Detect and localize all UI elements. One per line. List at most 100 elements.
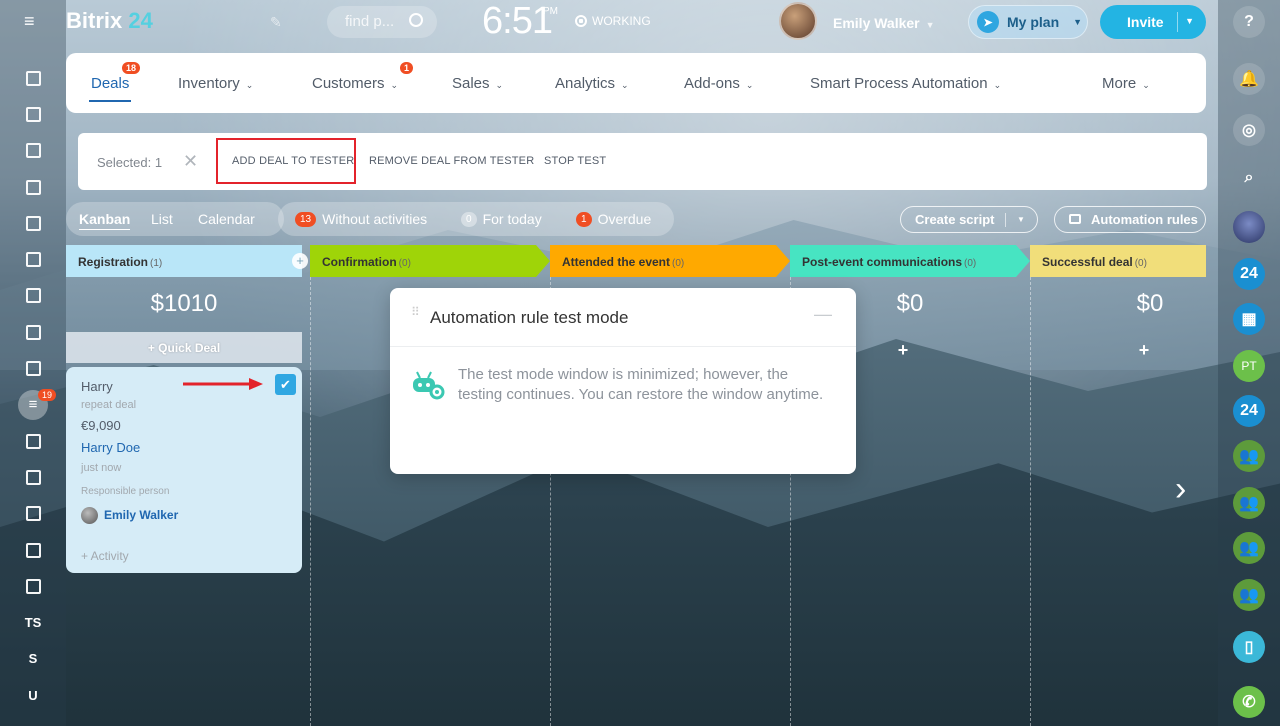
group-icon[interactable]: 👥 [1233, 579, 1265, 611]
tab-list[interactable]: List [151, 211, 173, 227]
create-script-button[interactable]: Create script ▼ [900, 206, 1038, 233]
mail-icon[interactable] [0, 314, 66, 350]
sidebar-item-16[interactable]: S [0, 641, 66, 677]
contact-card-icon[interactable] [0, 496, 66, 532]
remove-deal-from-tester-button[interactable]: REMOVE DEAL FROM TESTER [369, 155, 534, 167]
deal-time: just now [81, 462, 122, 474]
nav-customers[interactable]: Customers ⌄ [312, 75, 398, 92]
nav-deals[interactable]: Deals [88, 75, 132, 102]
dialog-message: The test mode window is minimized; howev… [458, 366, 824, 403]
bitrix24-icon[interactable]: 24 [1233, 258, 1265, 290]
stage-header[interactable]: Attended the event (0) [550, 245, 790, 277]
nav-sales[interactable]: Sales ⌄ [452, 75, 503, 92]
deal-contact-link[interactable]: Harry Doe [81, 440, 140, 455]
chevron-down-icon: ⌄ [745, 80, 754, 90]
stage-sum: $1010 [150, 290, 218, 317]
nav-smart-process-automation[interactable]: Smart Process Automation ⌄ [810, 75, 1001, 92]
stop-test-button[interactable]: STOP TEST [544, 155, 606, 167]
box-icon[interactable] [0, 532, 66, 568]
responsible-link[interactable]: Emily Walker [104, 508, 178, 522]
feed-icon[interactable] [0, 96, 66, 132]
clock-ampm: PM [543, 6, 558, 17]
add-deal-to-tester-button[interactable]: ADD DEAL TO TESTER [232, 155, 354, 167]
divider [390, 346, 856, 347]
nav-more[interactable]: More ⌄ [1102, 75, 1150, 92]
chevron-down-icon: ⌄ [993, 80, 1002, 90]
stage-header[interactable]: Confirmation (0) [310, 245, 550, 277]
people-icon[interactable] [0, 278, 66, 314]
tab-kanban[interactable]: Kanban [79, 211, 131, 230]
tasks-icon[interactable] [0, 350, 66, 386]
counter-overdue[interactable]: 1 Overdue [576, 211, 651, 227]
tab-calendar[interactable]: Calendar [198, 211, 255, 227]
sidebar-item-17[interactable]: U [0, 677, 66, 713]
edit-logo-icon[interactable]: ✎ [270, 14, 282, 31]
nav-add-ons[interactable]: Add-ons ⌄ [684, 75, 753, 92]
pie-chart-icon[interactable] [0, 60, 66, 96]
calendar-icon[interactable] [0, 169, 66, 205]
chevron-down-icon: ▼ [925, 20, 935, 30]
stage-header[interactable]: Post-event communications (0) [790, 245, 1030, 277]
stage-header[interactable]: Successful deal (0) [1030, 245, 1206, 277]
group-icon[interactable]: 👥 [1233, 487, 1265, 519]
clear-selection-icon[interactable]: ✕ [183, 151, 198, 172]
search-icon [409, 13, 423, 27]
activity-counters: 13 Without activities 0 For today 1 Over… [278, 202, 674, 236]
bitrix24-icon[interactable]: 24 [1233, 395, 1265, 427]
notification-badge: 18 [122, 62, 141, 74]
logo[interactable]: Bitrix 24 [66, 8, 153, 34]
deal-checkbox[interactable]: ✔ [275, 374, 296, 395]
automation-rules-button[interactable]: Automation rules [1054, 206, 1206, 233]
pt-avatar[interactable]: PT [1233, 350, 1265, 382]
dialog-title: Automation rule test mode [430, 308, 629, 327]
user-avatar[interactable] [779, 2, 817, 40]
stage-header[interactable]: Registration (1) [66, 245, 302, 277]
deal-subtitle: repeat deal [81, 399, 137, 411]
calendar-icon[interactable]: ▦ [1233, 303, 1265, 335]
crm-filter-icon[interactable]: ≡ 19 [0, 387, 66, 423]
notification-badge: 19 [38, 388, 57, 401]
chevron-down-icon[interactable]: ▼ [1017, 215, 1025, 224]
deal-card[interactable]: Harry repeat deal €9,090 Harry Doe just … [66, 367, 302, 573]
group-icon[interactable]: 👥 [1233, 440, 1265, 472]
mobile-icon[interactable]: ▯ [1233, 631, 1265, 663]
nav-analytics[interactable]: Analytics ⌄ [555, 75, 629, 92]
my-plan-button[interactable]: ➤ My plan ▼ [968, 5, 1088, 39]
work-status[interactable]: WORKING [575, 14, 651, 28]
main-nav: Deals 18 Inventory ⌄ Customers ⌄ 1 Sales ⌄ Analyt… [66, 53, 1206, 113]
target-icon[interactable] [0, 423, 66, 459]
counter-for-today[interactable]: 0 For today [461, 211, 542, 227]
add-stage-icon[interactable]: + [292, 253, 308, 269]
deal-title[interactable]: Harry [81, 379, 113, 394]
nav-inventory[interactable]: Inventory ⌄ [178, 75, 253, 92]
divider [1177, 12, 1178, 32]
phone-icon[interactable]: ✆ [1233, 686, 1265, 718]
box-2-icon[interactable] [0, 568, 66, 604]
hamburger-menu-icon[interactable]: ≡ [24, 12, 42, 30]
rocket-icon: ➤ [977, 11, 999, 33]
drive-icon[interactable] [0, 241, 66, 277]
search-icon[interactable]: ⌕ [1233, 162, 1265, 194]
chat-icon[interactable] [0, 133, 66, 169]
clock[interactable]: 6:51 [482, 0, 553, 43]
add-activity-link[interactable]: + Activity [81, 549, 129, 563]
chevron-down-icon[interactable]: ▼ [1185, 16, 1194, 26]
search-input[interactable]: find p... [327, 6, 437, 38]
cart-icon[interactable] [0, 459, 66, 495]
globe-avatar-icon[interactable] [1233, 211, 1265, 243]
document-icon[interactable] [0, 205, 66, 241]
chat-bubble-icon[interactable]: ◎ [1233, 114, 1265, 146]
sidebar-item-15[interactable]: TS [0, 604, 66, 640]
scroll-right-icon[interactable]: › [1175, 470, 1186, 509]
drag-handle-icon[interactable]: ⠿ [411, 306, 420, 323]
invite-button[interactable]: Invite ▼ [1100, 5, 1206, 39]
deal-amount: €9,090 [81, 418, 121, 433]
bell-icon[interactable]: 🔔 [1233, 63, 1265, 95]
help-icon[interactable]: ? [1233, 6, 1265, 38]
user-menu[interactable]: Emily Walker ▼ [833, 15, 935, 31]
quick-deal-button[interactable]: + Quick Deal [66, 332, 302, 363]
group-icon[interactable]: 👥 [1233, 532, 1265, 564]
counter-without-activities[interactable]: 13 Without activities [295, 211, 427, 227]
minimize-icon[interactable]: — [814, 304, 832, 325]
view-tabs: Kanban List Calendar [66, 202, 284, 236]
